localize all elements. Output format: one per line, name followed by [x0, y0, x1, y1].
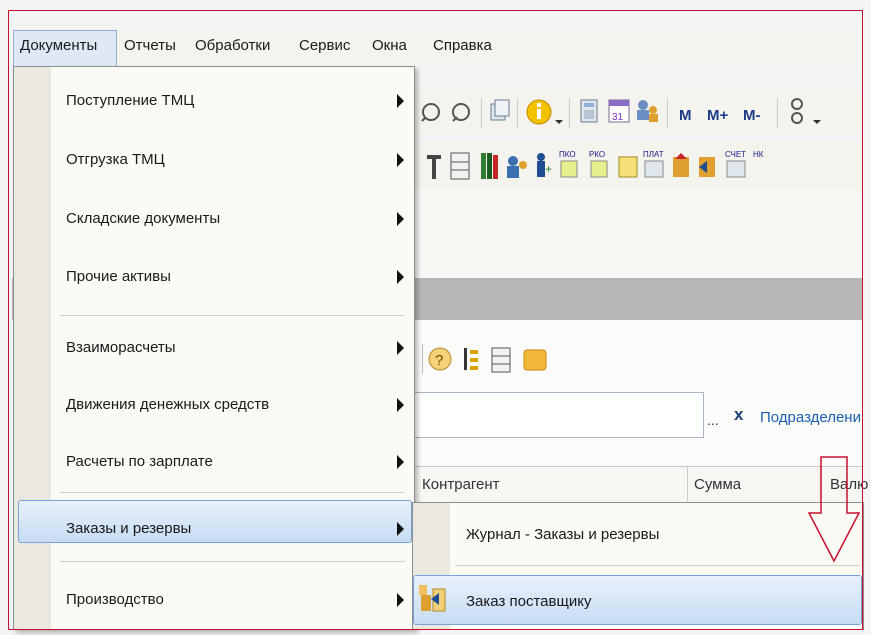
highlight-frame [8, 10, 863, 630]
